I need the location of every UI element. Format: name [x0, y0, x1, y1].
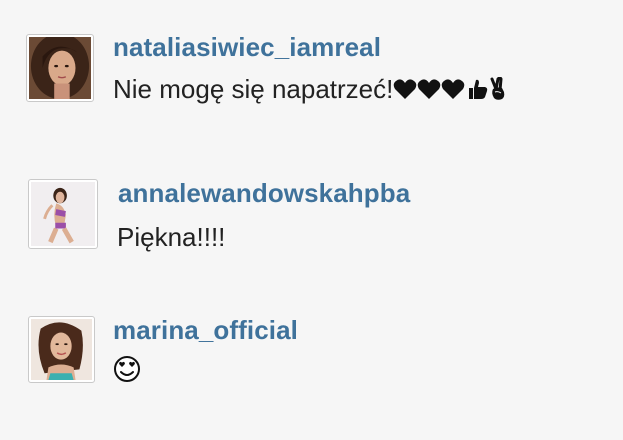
comment-body: Nie mogę się napatrzeć!	[113, 74, 394, 104]
avatar-photo	[31, 319, 92, 380]
comment-text	[113, 354, 141, 384]
avatar-photo	[31, 182, 95, 246]
comment-text: Nie mogę się napatrzeć!	[113, 74, 508, 104]
avatar[interactable]	[26, 34, 94, 102]
avatar-photo	[29, 37, 91, 99]
comment-item: annalewandowskahpba Piękna!!!!	[0, 176, 623, 256]
black-heart-icon	[417, 78, 441, 100]
avatar[interactable]	[28, 316, 95, 383]
thumbs-up-icon	[468, 78, 488, 100]
comment-item: marina_official	[0, 314, 623, 394]
victory-hand-icon	[488, 77, 508, 101]
black-heart-icon	[393, 78, 417, 100]
smiling-heart-eyes-face-icon	[113, 355, 141, 383]
username-link[interactable]: annalewandowskahpba	[118, 178, 410, 208]
avatar[interactable]	[28, 179, 98, 249]
username-link[interactable]: nataliasiwiec_iamreal	[113, 32, 381, 62]
comment-text: Piękna!!!!	[117, 222, 226, 252]
username-link[interactable]: marina_official	[113, 315, 298, 345]
comment-item: nataliasiwiec_iamreal Nie mogę się napat…	[0, 32, 623, 112]
black-heart-icon	[441, 78, 465, 100]
